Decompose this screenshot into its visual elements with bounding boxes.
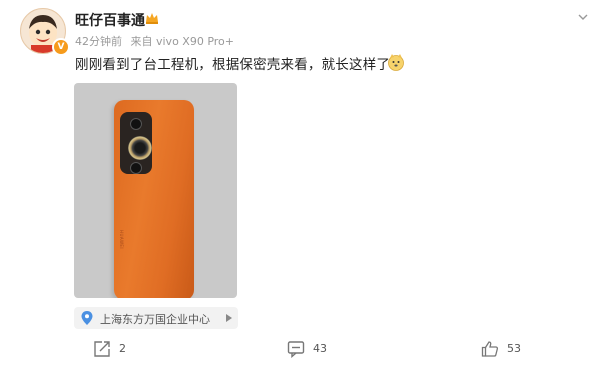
caret-right-icon (226, 314, 232, 322)
chevron-down-icon[interactable] (578, 12, 588, 22)
comment-icon (287, 341, 305, 358)
weibo-post: V 旺仔百事通 42分钟前 来自 vivo X90 Pro+ 刚刚看到了台工程机… (0, 0, 600, 373)
post-photo[interactable]: HUAWEI (74, 83, 237, 298)
comment-count: 43 (313, 342, 327, 355)
location-label: 上海东方万国企业中心 (100, 313, 210, 326)
camera-lens-icon (130, 162, 142, 174)
location-pin-icon (81, 311, 93, 325)
camera-module (120, 112, 152, 174)
doge-emoji-icon (388, 54, 404, 71)
post-time: 42分钟前 (75, 35, 122, 48)
share-icon (94, 341, 110, 357)
share-count: 2 (119, 342, 126, 355)
post-source: 来自 vivo X90 Pro+ (130, 35, 235, 48)
location-tag[interactable]: 上海东方万国企业中心 (74, 307, 238, 329)
phone-brand-text: HUAWEI (119, 230, 124, 250)
post-meta: 42分钟前 来自 vivo X90 Pro+ (75, 33, 239, 49)
post-text: 刚刚看到了台工程机，根据保密壳来看，就长这样了 (75, 57, 391, 73)
username[interactable]: 旺仔百事通 (75, 10, 145, 30)
crown-icon (146, 13, 158, 24)
thumbs-up-icon (481, 341, 499, 357)
phone-image: HUAWEI (114, 100, 194, 298)
like-count: 53 (507, 342, 521, 355)
camera-lens-icon (130, 118, 142, 130)
main-camera-lens-icon (128, 136, 152, 160)
verified-badge-icon: V (52, 38, 70, 56)
